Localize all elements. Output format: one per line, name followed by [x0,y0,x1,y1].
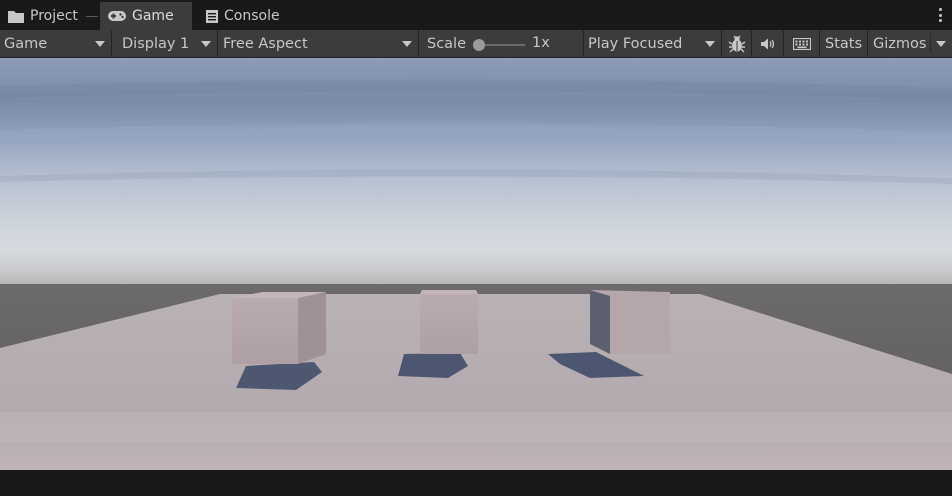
audio-mute-icon [760,38,774,49]
cube-middle [420,290,478,354]
mute-audio-button[interactable] [752,30,784,57]
chevron-down-icon [402,41,412,47]
aspect-label: Free Aspect [223,35,308,52]
tab-project-label: Project [30,8,78,24]
chevron-down-icon [95,41,105,47]
cube-left [232,292,326,364]
floor-band [0,412,952,442]
gizmos-dropdown[interactable]: Gizmos [868,30,952,57]
view-mode-label: Game [4,35,48,52]
stats-label: Stats [825,35,863,52]
tab-divider [86,16,98,17]
tab-console-label: Console [224,8,280,24]
aspect-dropdown[interactable]: Free Aspect [218,30,419,57]
scale-slider-track[interactable] [479,44,525,46]
editor-tab-bar: Project Game Console [0,0,952,30]
tab-project[interactable]: Project [0,2,98,30]
gizmos-label: Gizmos [873,35,927,52]
scale-value: 1x [532,35,550,51]
scale-control: Scale 1x [419,30,584,57]
bug-icon [728,35,745,52]
cube-right [590,290,670,354]
game-scene-render [0,58,952,470]
chevron-down-icon [705,41,715,47]
console-icon [206,9,218,23]
more-options-icon[interactable] [938,8,942,22]
folder-icon [8,10,24,23]
tab-game[interactable]: Game [100,2,192,30]
display-label: Display 1 [122,35,190,52]
frame-debugger-button[interactable] [722,30,752,57]
play-mode-label: Play Focused [588,35,683,52]
keyboard-icon [792,37,811,50]
game-viewport[interactable] [0,58,952,470]
shortcuts-button[interactable] [784,30,820,57]
bottom-bar [0,470,952,496]
gizmos-divider [930,34,931,53]
chevron-down-icon [201,41,211,47]
scale-label: Scale [427,35,467,52]
view-mode-dropdown[interactable]: Game [0,30,112,57]
stats-toggle[interactable]: Stats [820,30,868,57]
tab-game-label: Game [132,8,174,24]
display-dropdown[interactable]: Display 1 [112,30,218,57]
game-view-toolbar: Game Display 1 Free Aspect Scale 1x Play… [0,30,952,58]
gamepad-icon [108,11,126,21]
chevron-down-icon[interactable] [936,41,946,47]
play-mode-dropdown[interactable]: Play Focused [584,30,722,57]
tab-console[interactable]: Console [198,2,298,30]
scale-slider-thumb[interactable] [473,39,485,51]
